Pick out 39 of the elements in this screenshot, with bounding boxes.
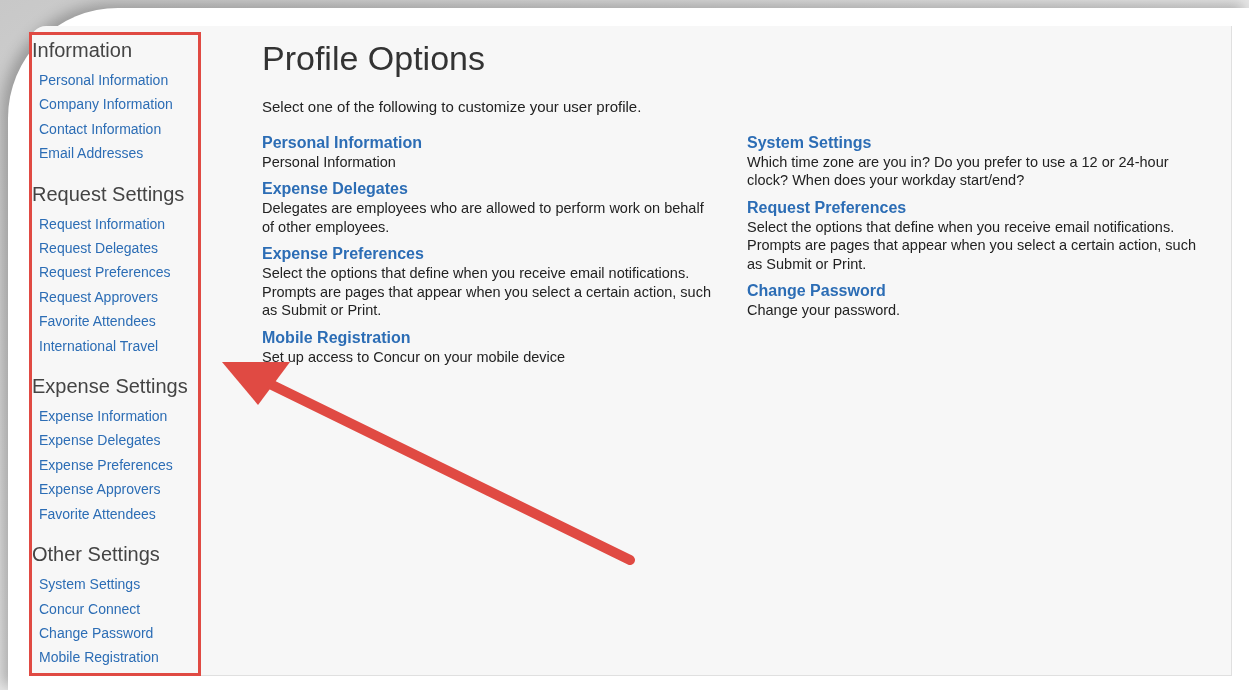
sidebar-link[interactable]: Contact Information xyxy=(39,116,162,142)
intro-text: Select one of the following to customize your user profile. xyxy=(262,97,643,117)
sidebar-link[interactable]: System Settings xyxy=(39,572,141,597)
sidebar-heading: Request Settings xyxy=(31,181,185,207)
sidebar-link[interactable]: Change Password xyxy=(39,620,154,646)
option-description: Delegates are employees who are allowed to perform work on behalf of other employees. xyxy=(262,199,705,236)
sidebar-link[interactable]: Request Approvers xyxy=(39,284,159,310)
option-link[interactable]: Expense Delegates xyxy=(262,179,408,199)
option-description: Personal Information xyxy=(262,152,397,171)
sidebar-heading: Other Settings xyxy=(31,542,160,568)
sidebar-link[interactable]: Mobile Registration xyxy=(39,645,159,670)
sidebar-link[interactable]: Expense Approvers xyxy=(39,477,161,502)
sidebar-link[interactable]: Concur Connect xyxy=(39,596,141,621)
option-link[interactable]: Change Password xyxy=(747,281,886,301)
sidebar-link[interactable]: Favorite Attendees xyxy=(39,309,156,334)
sidebar-link[interactable]: Company Information xyxy=(39,92,173,117)
sidebar-link[interactable]: International Travel xyxy=(39,333,159,359)
option-link[interactable]: Request Preferences xyxy=(747,197,907,218)
sidebar-link[interactable]: Expense Delegates xyxy=(39,428,161,453)
sidebar-link[interactable]: Favorite Attendees xyxy=(39,501,156,527)
sidebar-link[interactable]: Request Information xyxy=(39,211,166,237)
sidebar-link[interactable]: Request Delegates xyxy=(39,236,159,261)
option-description: Set up access to Concur on your mobile device xyxy=(262,347,567,366)
option-link[interactable]: System Settings xyxy=(747,132,872,153)
sidebar-link[interactable]: Expense Preferences xyxy=(39,452,173,478)
option-description: Select the options that define when you receive email notifications. Prompts are pages that appear when you select a certain action, such as Submit or Print. xyxy=(747,217,1197,273)
option-description: Select the options that define when you receive email notifications. Prompts are pages that appear when you select a certain action, such as Submit or Print. xyxy=(262,264,712,320)
option-link[interactable]: Expense Preferences xyxy=(262,244,424,264)
sidebar-link[interactable]: Email Addresses xyxy=(39,141,144,166)
option-description: Which time zone are you in? Do you prefer to use a 12 or 24-hour clock? When does your workday start/end? xyxy=(747,152,1170,190)
option-link[interactable]: Mobile Registration xyxy=(262,327,411,348)
option-link[interactable]: Personal Information xyxy=(262,132,423,153)
sidebar-link[interactable]: Request Preferences xyxy=(39,260,171,285)
sidebar-link[interactable]: Personal Information xyxy=(39,68,169,93)
option-description: Change your password. xyxy=(747,301,902,320)
sidebar-heading: Expense Settings xyxy=(31,374,188,400)
page-title: Profile Options xyxy=(262,38,486,79)
sidebar-link[interactable]: Expense Information xyxy=(39,404,168,429)
sidebar-heading: Information xyxy=(31,38,133,63)
